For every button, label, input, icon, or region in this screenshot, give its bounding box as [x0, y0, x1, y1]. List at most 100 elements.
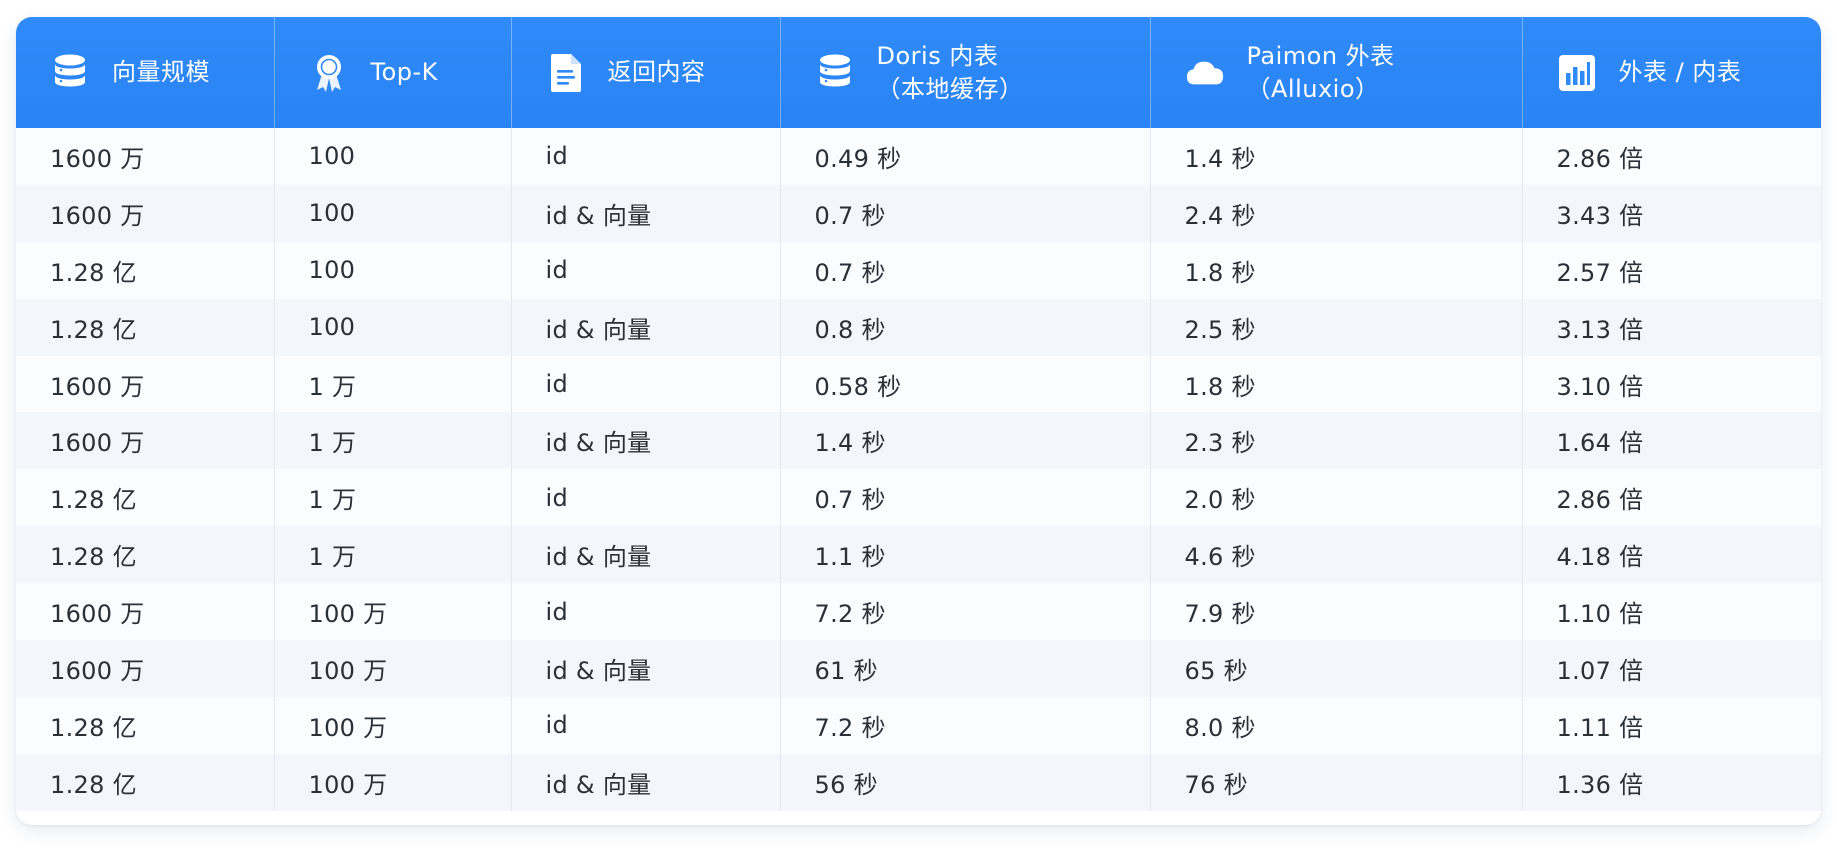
header-sublabel: （本地缓存）	[876, 74, 1024, 103]
results-table-card: 向量规模 Top-K 返回内容 Doris 内表 （本地缓存） Paimon 外…	[16, 17, 1821, 825]
return-content-cell: id & 向量	[511, 526, 781, 584]
header-label: Top-K	[370, 58, 438, 86]
header-label: 返回内容	[607, 58, 706, 86]
vector-scale-cell: 1600 万	[16, 640, 275, 697]
ratio-cell: 1.10 倍	[1556, 600, 1644, 629]
top-k-cell: 100 万	[274, 753, 512, 811]
top-k-cell: 1 万	[274, 412, 512, 470]
ratio-cell: 3.13 倍	[1556, 315, 1644, 344]
return-content-cell: id & 向量	[511, 640, 781, 697]
header-paimon-external: Paimon 外表 （Alluxio）	[1150, 17, 1523, 128]
doris-time-cell: 0.8 秒	[780, 298, 1151, 356]
doris-time-cell: 0.49 秒	[780, 128, 1151, 185]
table-row: 1600 万1 万 id 0.58 秒 1.8 秒 3.10 倍	[16, 355, 1821, 413]
ratio-cell: 4.18 倍	[1556, 543, 1644, 572]
header-top-k: Top-K	[274, 17, 512, 128]
top-k-cell: 100	[274, 184, 512, 242]
ratio-cell: 1.07 倍	[1556, 656, 1644, 685]
table-row: 1.28 亿 100 id & 向量 0.8 秒 2.5 秒 3.13 倍	[16, 298, 1821, 356]
results-table: 向量规模 Top-K 返回内容 Doris 内表 （本地缓存） Paimon 外…	[16, 17, 1821, 811]
vector-scale-cell: 1600 万	[16, 128, 275, 185]
header-sublabel: （Alluxio）	[1246, 74, 1380, 103]
table-row: 1.28 亿1 万 id & 向量 1.1 秒 4.6 秒 4.18 倍	[16, 526, 1821, 584]
top-k-cell: 100	[274, 241, 512, 299]
table-row: 1600 万 100 万 id & 向量 61 秒 65 秒 1.07 倍	[16, 640, 1821, 697]
vector-scale-cell: 1600 万	[16, 355, 275, 413]
return-content-cell: id & 向量	[511, 753, 781, 811]
paimon-time-cell: 7.9 秒	[1150, 583, 1523, 641]
ratio-cell: 2.57 倍	[1556, 258, 1644, 287]
table-row: 1600 万1 万 id & 向量 1.4 秒 2.3 秒 1.64 倍	[16, 412, 1821, 470]
table-body: 1600 万 100 id 0.49 秒 1.4 秒 2.86 倍 1600 万 100 id …	[16, 128, 1821, 811]
ratio-cell: 3.43 倍	[1556, 201, 1644, 230]
header-label: 向量规模	[112, 58, 210, 86]
ratio-cell: 3.10 倍	[1556, 372, 1644, 401]
paimon-time-cell: 2.0 秒	[1150, 469, 1523, 527]
cloud-icon	[1185, 52, 1225, 94]
return-content-cell: id	[511, 241, 781, 299]
ratio-cell: 1.11 倍	[1556, 713, 1644, 742]
ratio-cell: 2.86 倍	[1556, 144, 1644, 173]
ratio-cell: 2.86 倍	[1556, 486, 1644, 515]
vector-scale-cell: 1.28 亿	[16, 298, 275, 356]
return-content-cell: id	[511, 128, 781, 185]
vector-scale-cell: 1.28 亿	[16, 526, 275, 584]
paimon-time-cell: 1.4 秒	[1150, 128, 1523, 185]
table-row: 1.28 亿 100 万 id 7.2 秒 8.0 秒 1.11 倍	[16, 696, 1821, 754]
doris-time-cell: 1.4 秒	[780, 412, 1151, 470]
return-content-cell: id	[511, 469, 781, 527]
return-content-cell: id	[511, 696, 781, 754]
return-content-cell: id & 向量	[511, 298, 781, 356]
header-return-content: 返回内容	[511, 17, 781, 128]
table-row: 1.28 亿 100 id 0.7 秒 1.8 秒 2.57 倍	[16, 241, 1821, 299]
paimon-time-cell: 2.4 秒	[1150, 184, 1523, 242]
doris-time-cell: 1.1 秒	[780, 526, 1151, 584]
paimon-time-cell: 4.6 秒	[1150, 526, 1523, 584]
doris-time-cell: 56 秒	[780, 753, 1151, 811]
header-ratio: 外表 / 内表	[1522, 17, 1821, 128]
vector-scale-cell: 1600 万	[16, 583, 275, 641]
vector-scale-cell: 1.28 亿	[16, 753, 275, 811]
top-k-cell: 1 万	[274, 469, 512, 527]
paimon-time-cell: 1.8 秒	[1150, 355, 1523, 413]
paimon-time-cell: 65 秒	[1150, 640, 1523, 697]
vector-scale-cell: 1600 万	[16, 184, 275, 242]
paimon-time-cell: 76 秒	[1150, 753, 1523, 811]
doris-time-cell: 0.7 秒	[780, 241, 1151, 299]
header-row: 向量规模 Top-K 返回内容 Doris 内表 （本地缓存） Paimon 外…	[16, 17, 1821, 128]
table-row: 1600 万 100 id & 向量 0.7 秒 2.4 秒 3.43 倍	[16, 184, 1821, 242]
top-k-cell: 1 万	[274, 526, 512, 584]
return-content-cell: id & 向量	[511, 184, 781, 242]
award-badge-icon	[309, 52, 349, 94]
bar-chart-icon	[1557, 52, 1597, 94]
header-label: Doris 内表	[876, 41, 999, 70]
top-k-cell: 100 万	[274, 583, 512, 641]
doris-time-cell: 7.2 秒	[780, 583, 1151, 641]
database-icon	[50, 52, 90, 94]
paimon-time-cell: 2.3 秒	[1150, 412, 1523, 470]
paimon-time-cell: 8.0 秒	[1150, 696, 1523, 754]
return-content-cell: id & 向量	[511, 412, 781, 470]
table-row: 1600 万 100 id 0.49 秒 1.4 秒 2.86 倍	[16, 128, 1821, 185]
top-k-cell: 100	[274, 128, 512, 185]
document-icon	[546, 52, 586, 94]
header-doris-internal: Doris 内表 （本地缓存）	[780, 17, 1151, 128]
doris-time-cell: 0.7 秒	[780, 469, 1151, 527]
header-label: 外表 / 内表	[1618, 58, 1742, 86]
table-row: 1600 万 100 万 id 7.2 秒 7.9 秒 1.10 倍	[16, 583, 1821, 641]
doris-time-cell: 61 秒	[780, 640, 1151, 697]
vector-scale-cell: 1.28 亿	[16, 469, 275, 527]
paimon-time-cell: 1.8 秒	[1150, 241, 1523, 299]
ratio-cell: 1.36 倍	[1556, 770, 1644, 799]
top-k-cell: 100 万	[274, 696, 512, 754]
return-content-cell: id	[511, 355, 781, 413]
return-content-cell: id	[511, 583, 781, 641]
doris-time-cell: 0.58 秒	[780, 355, 1151, 413]
doris-time-cell: 7.2 秒	[780, 696, 1151, 754]
vector-scale-cell: 1.28 亿	[16, 696, 275, 754]
vector-scale-cell: 1600 万	[16, 412, 275, 470]
doris-time-cell: 0.7 秒	[780, 184, 1151, 242]
database-icon	[815, 52, 855, 94]
header-vector-scale: 向量规模	[16, 17, 275, 128]
ratio-cell: 1.64 倍	[1556, 429, 1644, 458]
